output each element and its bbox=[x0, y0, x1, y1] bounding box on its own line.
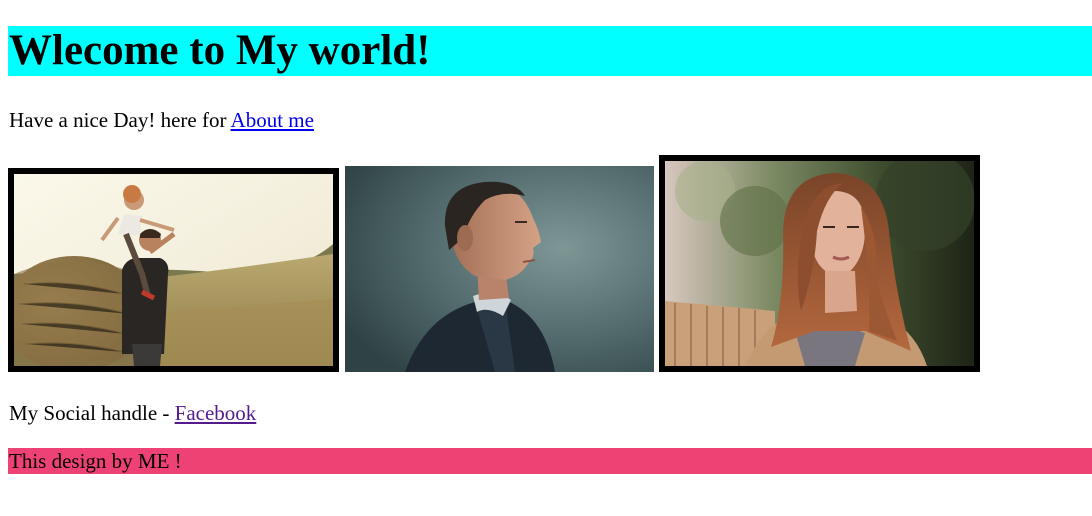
page-title: Wlecome to My world! bbox=[8, 26, 1092, 76]
woman-portrait-photo bbox=[659, 155, 980, 372]
father-child-hay-field-photo bbox=[8, 168, 339, 372]
intro-text: Have a nice Day! here for bbox=[9, 108, 231, 132]
footer-text: This design by ME ! bbox=[9, 449, 182, 473]
man-profile-portrait-photo bbox=[345, 166, 654, 372]
facebook-link[interactable]: Facebook bbox=[175, 401, 257, 425]
footer: This design by ME ! bbox=[8, 448, 1092, 474]
social-text: My Social handle - bbox=[9, 401, 175, 425]
page: Wlecome to My world! Have a nice Day! he… bbox=[0, 0, 1092, 516]
intro-paragraph: Have a nice Day! here for About me bbox=[9, 108, 314, 132]
about-me-link[interactable]: About me bbox=[231, 108, 314, 132]
social-paragraph: My Social handle - Facebook bbox=[9, 401, 256, 425]
